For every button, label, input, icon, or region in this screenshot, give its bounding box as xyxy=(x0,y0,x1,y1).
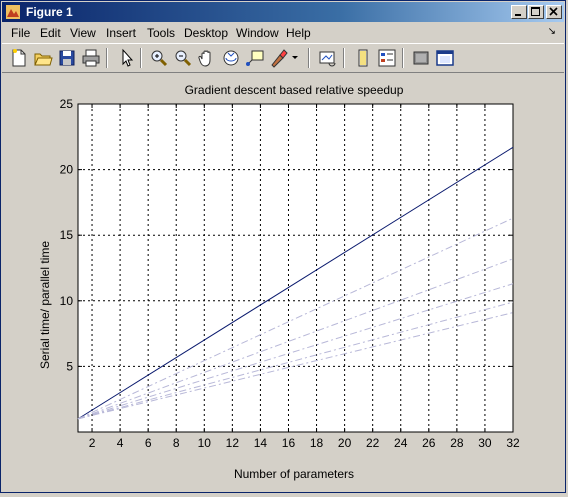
zoom-in-icon xyxy=(151,50,168,67)
zoom-in-button[interactable] xyxy=(148,47,170,69)
rotate-3d-icon xyxy=(223,50,239,66)
rotate-3d-button[interactable] xyxy=(220,47,242,69)
x-tick-label: 16 xyxy=(282,436,296,450)
data-cursor-button[interactable] xyxy=(244,47,266,69)
x-tick-label: 20 xyxy=(338,436,352,450)
window-title: Figure 1 xyxy=(26,5,73,19)
x-tick-label: 14 xyxy=(254,436,268,450)
brush-button[interactable] xyxy=(268,47,298,69)
x-tick-label: 6 xyxy=(145,436,152,450)
menu-bar: ↘ File Edit View Insert Tools Desktop Window He… xyxy=(2,23,564,43)
figure-window: Figure 1 ↘ File Edit View Insert Tools Deskto… xyxy=(0,0,566,493)
show-plot-tools-icon xyxy=(436,50,454,66)
colorbar-button[interactable] xyxy=(352,47,374,69)
menu-edit[interactable]: Edit xyxy=(40,26,61,40)
x-tick-label: 8 xyxy=(173,436,180,450)
edit-plot-icon xyxy=(122,48,134,67)
new-figure-icon xyxy=(12,49,26,67)
x-tick-label: 4 xyxy=(117,436,124,450)
save-icon xyxy=(59,50,75,66)
print-icon xyxy=(82,49,100,67)
menu-help[interactable]: Help xyxy=(286,26,311,40)
plot-box xyxy=(77,103,514,433)
minimize-button[interactable] xyxy=(511,5,527,19)
menu-window[interactable]: Window xyxy=(236,26,279,40)
pan-button[interactable] xyxy=(196,47,218,69)
toolbar-separator xyxy=(308,48,310,68)
toolbar-separator xyxy=(140,48,142,68)
x-tick-label: 32 xyxy=(506,436,520,450)
dropdown-arrow-icon[interactable] xyxy=(292,55,298,61)
figure-toolbar xyxy=(2,43,564,73)
zoom-out-icon xyxy=(175,50,192,67)
x-tick-label: 26 xyxy=(422,436,436,450)
minimize-icon xyxy=(515,14,521,16)
data-cursor-icon xyxy=(246,50,264,66)
x-tick-label: 22 xyxy=(366,436,380,450)
link-plot-button[interactable] xyxy=(317,47,339,69)
legend-icon xyxy=(378,49,396,67)
close-button[interactable] xyxy=(546,5,562,19)
zoom-out-button[interactable] xyxy=(172,47,194,69)
menu-overflow-arrow[interactable]: ↘ xyxy=(548,26,556,37)
y-tick-label: 15 xyxy=(60,228,74,242)
x-tick-label: 24 xyxy=(394,436,408,450)
x-tick-label: 10 xyxy=(198,436,212,450)
matlab-icon xyxy=(6,5,20,19)
toolbar-separator xyxy=(402,48,404,68)
y-tick-label: 5 xyxy=(66,359,73,373)
link-plot-icon xyxy=(319,51,336,67)
chart-svg: Gradient descent based relative speedup … xyxy=(38,83,520,481)
open-file-button[interactable] xyxy=(32,47,54,69)
x-axis-label: Number of parameters xyxy=(234,467,354,481)
toolbar-separator xyxy=(106,48,108,68)
x-tick-label: 12 xyxy=(226,436,240,450)
edit-plot-button[interactable] xyxy=(116,47,138,69)
x-tick-label: 18 xyxy=(310,436,324,450)
close-icon xyxy=(549,7,558,16)
brush-icon xyxy=(271,49,288,68)
maximize-icon xyxy=(531,7,540,16)
open-file-icon xyxy=(34,53,53,66)
menu-desktop[interactable]: Desktop xyxy=(184,26,228,40)
print-button[interactable] xyxy=(80,47,102,69)
y-tick-label: 20 xyxy=(60,163,74,177)
pan-icon xyxy=(198,50,211,67)
x-tick-label: 30 xyxy=(478,436,492,450)
menu-insert[interactable]: Insert xyxy=(106,26,136,40)
hide-plot-tools-button[interactable] xyxy=(410,47,432,69)
show-plot-tools-button[interactable] xyxy=(434,47,456,69)
maximize-button[interactable] xyxy=(528,5,544,19)
y-axis-label: Serial time/ parallel time xyxy=(38,241,52,369)
toolbar-separator xyxy=(343,48,345,68)
y-tick-label: 25 xyxy=(60,97,74,111)
menu-view[interactable]: View xyxy=(70,26,96,40)
colorbar-icon xyxy=(358,49,368,67)
save-button[interactable] xyxy=(56,47,78,69)
y-tick-label: 10 xyxy=(60,294,74,308)
x-tick-label: 2 xyxy=(89,436,96,450)
title-bar[interactable]: Figure 1 xyxy=(2,2,564,22)
hide-plot-tools-icon xyxy=(413,51,429,65)
menu-file[interactable]: File xyxy=(11,26,30,40)
new-figure-button[interactable] xyxy=(8,47,30,69)
menu-tools[interactable]: Tools xyxy=(147,26,175,40)
x-tick-label: 28 xyxy=(450,436,464,450)
chart-title: Gradient descent based relative speedup xyxy=(185,83,404,97)
legend-button[interactable] xyxy=(376,47,398,69)
plot-area: Gradient descent based relative speedup … xyxy=(1,73,567,494)
